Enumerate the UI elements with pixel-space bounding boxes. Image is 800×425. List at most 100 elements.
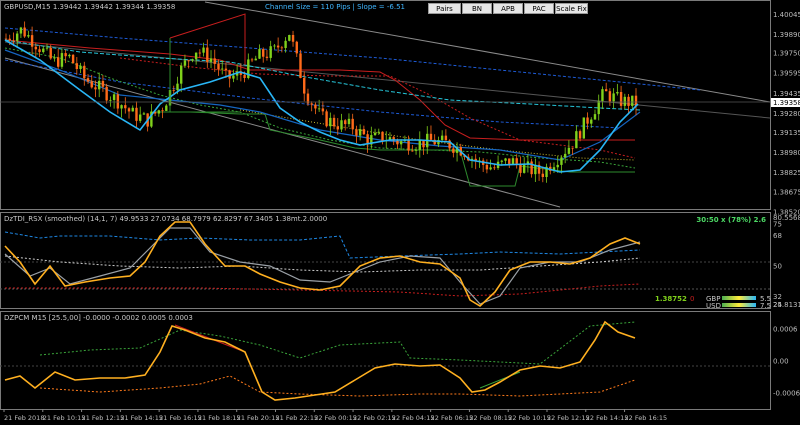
price-tick-label: 1.38825	[773, 169, 800, 177]
price-panel-frame	[0, 0, 771, 210]
candle-body	[504, 158, 507, 161]
pac-button[interactable]: PAC	[524, 3, 554, 14]
candle-body	[493, 167, 496, 169]
candle-body	[262, 49, 265, 57]
candle-body	[12, 40, 15, 42]
candle-body	[358, 129, 362, 136]
candle-body	[120, 105, 123, 109]
candle-body	[38, 49, 41, 53]
candle-body	[254, 58, 257, 61]
candle-body	[593, 114, 597, 120]
rsx-value: 1.38752	[655, 295, 687, 303]
candle-body	[511, 158, 515, 164]
pcm-lower-band	[39, 375, 636, 397]
candle-body	[578, 131, 582, 139]
candle-body	[45, 47, 49, 49]
candle-body	[97, 80, 101, 90]
candle-body	[336, 126, 339, 130]
candle-body	[414, 149, 418, 151]
candle-body	[34, 46, 38, 50]
candle-body	[139, 114, 142, 121]
candle-body	[273, 45, 276, 47]
candle-body	[19, 27, 23, 34]
rsx-tick-label: 24.8131	[773, 301, 800, 309]
candle-body	[27, 35, 30, 37]
rsx-info: 30:50 x (78%) 2.6	[696, 216, 766, 224]
time-tick-label: 21 Feb 22:15	[275, 414, 318, 422]
candle-body	[258, 49, 261, 59]
time-tick-label: 21 Feb 14:15	[120, 414, 163, 422]
candle-body	[623, 96, 627, 106]
candle-body	[373, 132, 377, 136]
usd-strength-value: 7.5	[760, 302, 771, 310]
price-tick-label: 1.39280	[773, 110, 800, 118]
candle-body	[183, 60, 187, 66]
price-tick-label: 1.38980	[773, 149, 800, 157]
rsx-upper-band	[4, 231, 641, 259]
time-tick-label: 22 Feb 00:15	[314, 414, 357, 422]
rsx-tick-label: 75	[773, 220, 782, 228]
candle-body	[131, 107, 134, 112]
price-tick-label: 1.38675	[773, 188, 800, 196]
candle-body	[71, 54, 75, 64]
candle-body	[30, 35, 34, 47]
candle-body	[42, 48, 45, 53]
candle-body	[325, 111, 328, 127]
pairs-button[interactable]: Pairs	[428, 3, 461, 14]
time-tick-label: 21 Feb 12:15	[82, 414, 125, 422]
candle-body	[295, 41, 298, 54]
rsx-tick-label: 68	[773, 232, 782, 240]
candle-body	[288, 34, 291, 41]
channel-upper-line	[204, 1, 771, 103]
candle-body	[332, 117, 336, 127]
pcm-indicator: DZPCM M15 [25.5,00] -0.0000 -0.0002 0.00…	[0, 314, 770, 401]
candle-body	[75, 63, 79, 70]
candle-body	[303, 77, 306, 94]
candle-body	[597, 100, 600, 115]
candle-body	[321, 108, 325, 112]
pcm-upper-band	[39, 321, 636, 365]
pcm-axis: 0.0006 0.00 -0.0006	[773, 326, 800, 398]
candle-body	[608, 91, 612, 102]
bn-button[interactable]: BN	[462, 3, 492, 14]
candle-body	[206, 47, 209, 62]
candle-body	[8, 38, 11, 41]
candle-body	[422, 140, 425, 148]
candle-body	[489, 167, 492, 170]
candle-body	[202, 47, 205, 53]
time-tick-label: 22 Feb 14:15	[586, 414, 629, 422]
candle-body	[198, 52, 202, 54]
candle-body	[444, 135, 448, 141]
candle-body	[310, 103, 313, 105]
candle-body	[485, 164, 489, 170]
candle-body	[127, 108, 131, 112]
time-tick-label: 21 Feb 10:15	[43, 414, 86, 422]
channel-mid-line	[4, 41, 771, 119]
candle-body	[94, 87, 97, 90]
candle-body	[60, 53, 64, 67]
candle-body	[563, 153, 567, 158]
candle-body	[567, 147, 571, 154]
candle-body	[590, 119, 593, 124]
candle-body	[101, 80, 105, 87]
red-dotted-band	[119, 57, 636, 159]
candle-body	[213, 58, 216, 64]
candle-body	[135, 107, 138, 121]
candle-body	[112, 94, 116, 100]
scale-fix-button[interactable]: Scale Fix	[555, 3, 588, 14]
candle-body	[329, 117, 332, 127]
candle-body	[23, 27, 26, 37]
candle-body	[109, 99, 112, 101]
time-tick-label: 21 Feb 18:15	[198, 414, 241, 422]
candle-body	[269, 46, 272, 58]
current-price-label: 1.39358	[773, 99, 800, 107]
candle-body	[351, 118, 354, 130]
candle-body	[541, 173, 545, 178]
blue-envelope-upper	[4, 27, 701, 91]
candle-body	[616, 92, 619, 94]
panel-frames	[0, 0, 771, 410]
trading-chart[interactable]: GBPUSD,M15 1.39442 1.39442 1.39344 1.393…	[0, 0, 800, 425]
apb-button[interactable]: APB	[493, 3, 523, 14]
candle-body	[105, 86, 108, 101]
candle-body	[232, 75, 235, 79]
